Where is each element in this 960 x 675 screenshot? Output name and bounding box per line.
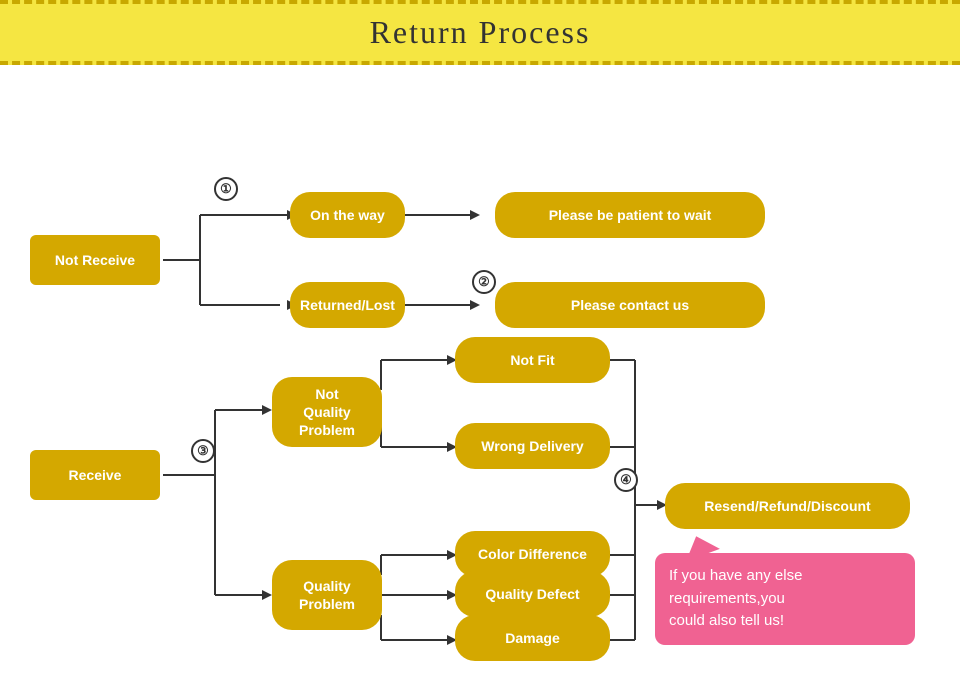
resend-refund-node: Resend/Refund/Discount <box>665 483 910 529</box>
page-container: Return Process <box>0 0 960 671</box>
circle-2: ② <box>472 270 496 294</box>
quality-problem-node: Quality Problem <box>272 560 382 630</box>
receive-node: Receive <box>30 450 160 500</box>
not-fit-node: Not Fit <box>455 337 610 383</box>
circle-4: ④ <box>614 468 638 492</box>
quality-defect-node: Quality Defect <box>455 571 610 617</box>
circle-1: ① <box>214 177 238 201</box>
wrong-delivery-node: Wrong Delivery <box>455 423 610 469</box>
diagram: Not Receive ① On the way Returned/Lost ②… <box>0 65 960 675</box>
please-contact-node: Please contact us <box>495 282 765 328</box>
speech-bubble: If you have any else requirements,you co… <box>655 553 915 645</box>
on-the-way-node: On the way <box>290 192 405 238</box>
please-wait-node: Please be patient to wait <box>495 192 765 238</box>
not-receive-node: Not Receive <box>30 235 160 285</box>
bubble-text: If you have any else requirements,you co… <box>669 567 802 629</box>
header: Return Process <box>0 0 960 65</box>
circle-3: ③ <box>191 439 215 463</box>
returned-lost-node: Returned/Lost <box>290 282 405 328</box>
not-quality-problem-node: Not Quality Problem <box>272 377 382 447</box>
page-title: Return Process <box>370 14 591 50</box>
damage-node: Damage <box>455 615 610 661</box>
